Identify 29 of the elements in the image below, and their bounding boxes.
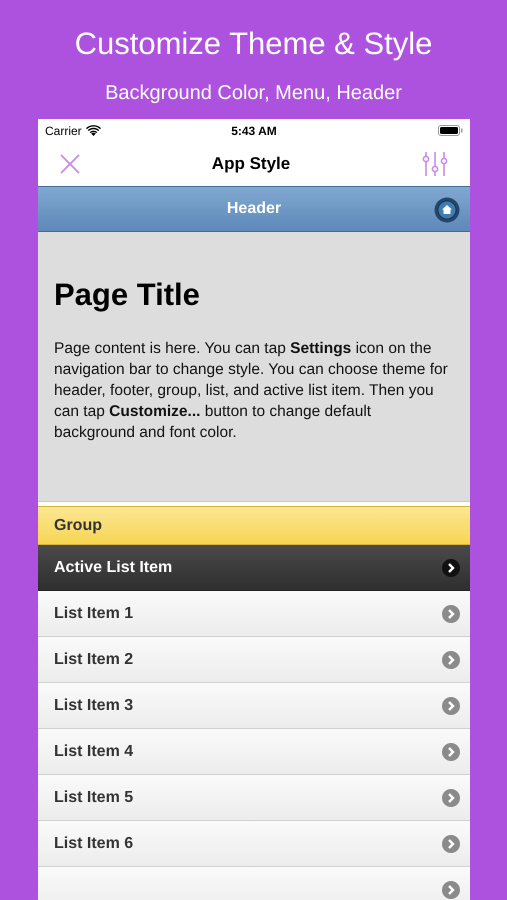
- header-title: Header: [226, 199, 282, 219]
- list-item[interactable]: Active List Item: [38, 545, 470, 591]
- chevron-icon: [442, 834, 460, 852]
- group-label: Group: [54, 516, 102, 536]
- page-content-text: Page content is here. You can tap Settings icon on the navigation bar to change style. You can choose theme for header, footer, group, list, and active list item. Then you can tap Customize... button to change default background and font color.: [54, 339, 449, 443]
- promo-title: Customize Theme & Style: [74, 25, 432, 63]
- list-item[interactable]: List Item 3: [38, 683, 470, 729]
- settings-icon[interactable]: [422, 151, 448, 177]
- list-item[interactable]: List Item 2: [38, 637, 470, 683]
- chevron-icon: [442, 788, 460, 806]
- list-item[interactable]: List Item 5: [38, 775, 470, 821]
- battery-icon: [438, 125, 463, 136]
- close-icon[interactable]: [60, 154, 80, 174]
- chevron-icon: [442, 696, 460, 714]
- chevron-icon: [442, 604, 460, 622]
- nav-title: App Style: [212, 153, 290, 176]
- wifi-icon: [86, 125, 101, 136]
- list-item[interactable]: List Item 4: [38, 729, 470, 775]
- page-title: Page Title: [54, 276, 201, 314]
- status-time: 5:43 AM: [231, 122, 277, 140]
- carrier-label: Carrier: [45, 122, 82, 140]
- chevron-icon: [442, 742, 460, 760]
- list-item[interactable]: List Item 6: [38, 821, 470, 867]
- chevron-icon: [442, 558, 460, 576]
- list-item[interactable]: List Item 1: [38, 591, 470, 637]
- chevron-icon: [442, 881, 460, 899]
- chevron-icon: [442, 650, 460, 668]
- promo-subtitle: Background Color, Menu, Header: [105, 81, 402, 106]
- home-icon[interactable]: [434, 197, 460, 223]
